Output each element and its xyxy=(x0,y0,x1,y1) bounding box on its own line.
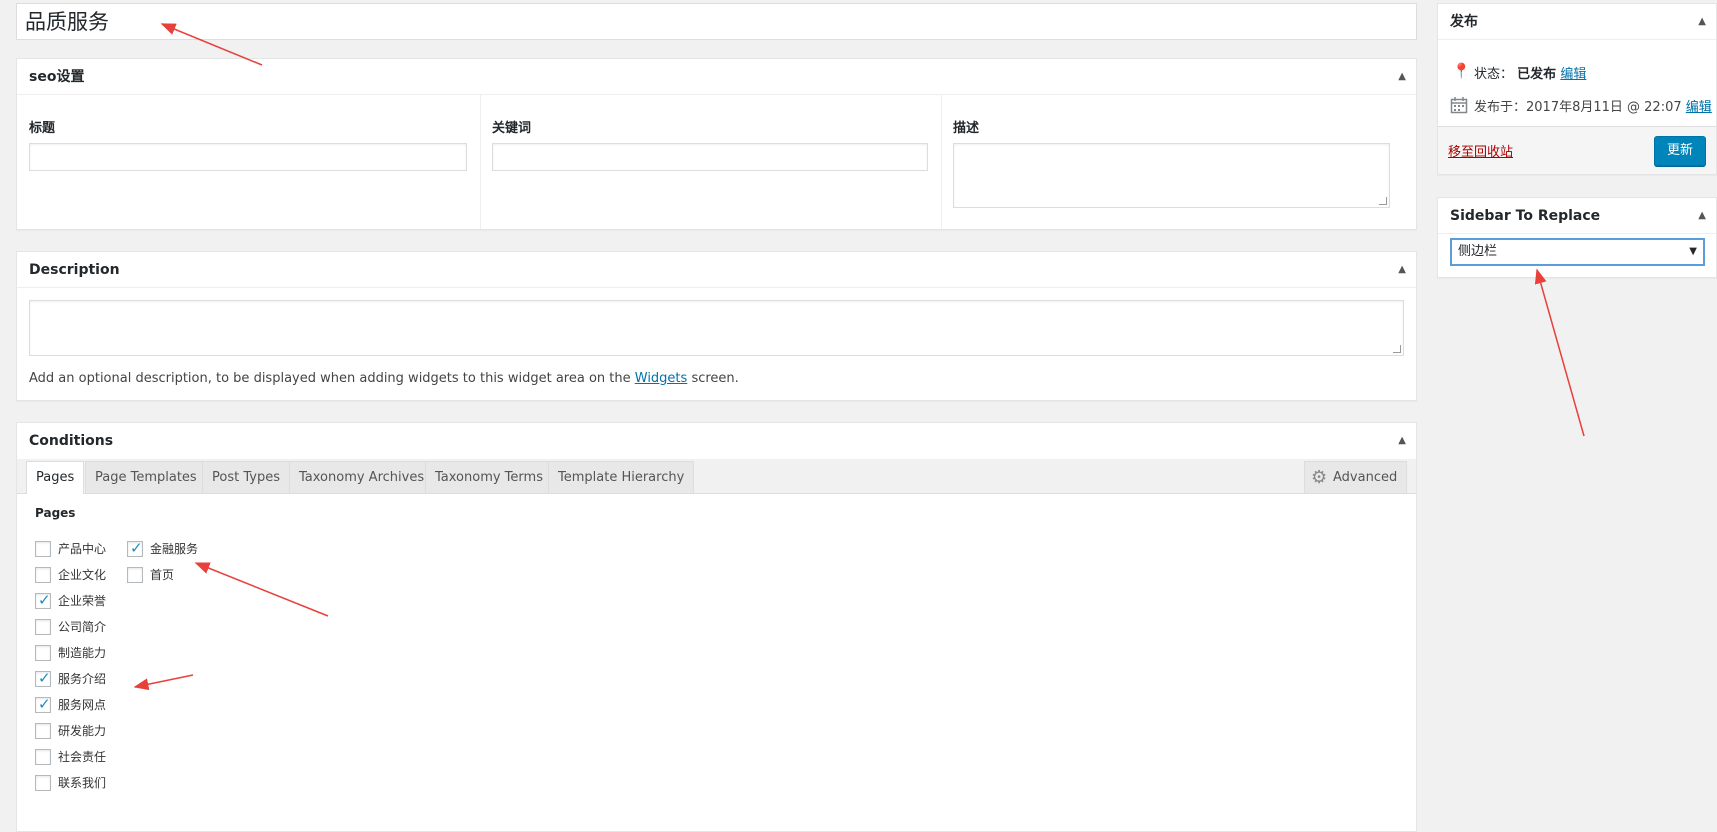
checkmark-icon: ✓ xyxy=(38,591,51,609)
collapse-arrow-icon[interactable]: ▲ xyxy=(1698,4,1706,40)
collapse-arrow-icon[interactable]: ▲ xyxy=(1698,198,1706,234)
publish-actions: 移至回收站 更新 xyxy=(1438,126,1716,174)
tab-pages[interactable]: Pages xyxy=(26,461,85,494)
seo-settings-title: seo设置 xyxy=(29,69,85,85)
sidebar-replace-title: Sidebar To Replace xyxy=(1450,208,1601,224)
edit-status-link[interactable]: 编辑 xyxy=(1560,67,1586,82)
seo-description-textarea[interactable] xyxy=(953,143,1390,208)
gear-icon: ⚙ xyxy=(1311,467,1328,488)
status-label: 状态： xyxy=(1474,67,1514,82)
seo-keywords-input[interactable] xyxy=(492,143,928,171)
checkmark-icon: ✓ xyxy=(130,539,143,557)
calendar-icon xyxy=(1450,97,1468,114)
checkmark-icon: ✓ xyxy=(38,695,51,713)
page-checkbox-label: 服务网点 xyxy=(58,698,107,712)
tab-post-types[interactable]: Post Types xyxy=(202,461,290,493)
page-checkbox-label: 企业文化 xyxy=(58,568,107,582)
page-checkbox[interactable]: ✓ xyxy=(127,539,143,557)
page-checkbox-label: 产品中心 xyxy=(58,542,107,556)
description-box: Description ▲ Add an optional descriptio… xyxy=(16,251,1417,401)
resize-handle-icon[interactable] xyxy=(1393,345,1401,353)
page-checkbox[interactable] xyxy=(35,541,51,557)
publish-title: 发布 xyxy=(1450,14,1478,30)
help-text-prefix: Add an optional description, to be displ… xyxy=(29,371,631,386)
sidebar-select[interactable]: 侧边栏 ▼ xyxy=(1450,238,1705,266)
pin-icon: 📍 xyxy=(1452,62,1471,80)
page-checkbox[interactable] xyxy=(35,567,51,583)
page-checkbox-label: 社会责任 xyxy=(58,750,107,764)
page-checkbox-label: 联系我们 xyxy=(58,776,107,790)
annotation-arrow xyxy=(1534,268,1585,437)
resize-handle-icon[interactable] xyxy=(1379,197,1387,205)
tab-advanced[interactable]: ⚙ Advanced xyxy=(1304,461,1408,493)
post-title-input[interactable]: 品质服务 xyxy=(16,3,1417,40)
page-checkbox[interactable]: ✓ xyxy=(35,591,51,609)
pages-section-title: Pages xyxy=(35,506,76,520)
move-to-trash-link[interactable]: 移至回收站 xyxy=(1448,141,1513,160)
widgets-link[interactable]: Widgets xyxy=(635,371,688,386)
page-checkbox[interactable]: ✓ xyxy=(35,669,51,687)
publish-date-label: 发布于：2017年8月11日 @ 22:07 xyxy=(1474,100,1682,115)
seo-title-input[interactable] xyxy=(29,143,467,171)
collapse-arrow-icon[interactable]: ▲ xyxy=(1398,252,1406,288)
description-textarea[interactable] xyxy=(29,300,1404,356)
description-header[interactable]: Description ▲ xyxy=(17,252,1416,288)
page-checkbox-label: 公司简介 xyxy=(58,620,107,634)
page-checkbox-label: 制造能力 xyxy=(58,646,107,660)
checkmark-icon: ✓ xyxy=(38,669,51,687)
description-help-text: Add an optional description, to be displ… xyxy=(29,371,739,386)
conditions-header[interactable]: Conditions ▲ xyxy=(17,423,1416,459)
edit-date-link[interactable]: 编辑 xyxy=(1686,100,1712,115)
seo-title-label: 标题 xyxy=(29,121,56,136)
seo-keywords-label: 关键词 xyxy=(492,121,532,136)
sidebar-select-value: 侧边栏 xyxy=(1458,244,1498,259)
page-checkbox[interactable] xyxy=(127,567,143,583)
status-value: 已发布 xyxy=(1517,67,1557,82)
page-checkbox-label: 研发能力 xyxy=(58,724,107,738)
page-checkbox-label: 企业荣誉 xyxy=(58,594,107,608)
publish-box: 发布 ▲ 📍 状态： 已发布 编辑 发布于：2017年8月11日 @ 22:07… xyxy=(1437,3,1717,175)
description-title: Description xyxy=(29,262,120,278)
publish-header[interactable]: 发布 ▲ xyxy=(1438,4,1716,40)
column-divider xyxy=(941,95,942,229)
page-checkbox-label: 首页 xyxy=(150,568,175,582)
tab-taxonomy-archives[interactable]: Taxonomy Archives xyxy=(289,461,435,493)
page-checkbox[interactable] xyxy=(35,645,51,661)
collapse-arrow-icon[interactable]: ▲ xyxy=(1398,423,1406,459)
page-checkbox[interactable] xyxy=(35,619,51,635)
publish-status: 状态： 已发布 编辑 xyxy=(1474,63,1586,82)
seo-settings-header[interactable]: seo设置 ▲ xyxy=(17,59,1416,95)
page-checkbox[interactable] xyxy=(35,723,51,739)
advanced-label: Advanced xyxy=(1333,470,1398,485)
sidebar-replace-header[interactable]: Sidebar To Replace ▲ xyxy=(1438,198,1716,234)
page-checkbox-label: 金融服务 xyxy=(150,542,199,556)
tab-taxonomy-terms[interactable]: Taxonomy Terms xyxy=(425,461,553,493)
sidebar-replace-box: Sidebar To Replace ▲ 侧边栏 ▼ xyxy=(1437,197,1717,278)
column-divider xyxy=(480,95,481,229)
conditions-title: Conditions xyxy=(29,433,114,449)
tab-page-templates[interactable]: Page Templates xyxy=(85,461,207,493)
page-checkbox-label: 服务介绍 xyxy=(58,672,107,686)
seo-settings-box: seo设置 ▲ 标题 关键词 描述 xyxy=(16,58,1417,230)
collapse-arrow-icon[interactable]: ▲ xyxy=(1398,59,1406,95)
publish-date: 发布于：2017年8月11日 @ 22:07 编辑 xyxy=(1474,96,1712,115)
chevron-down-icon: ▼ xyxy=(1689,246,1697,257)
seo-description-label: 描述 xyxy=(953,121,980,136)
tab-template-hierarchy[interactable]: Template Hierarchy xyxy=(548,461,695,493)
update-button[interactable]: 更新 xyxy=(1654,136,1706,166)
help-text-suffix: screen. xyxy=(691,371,739,386)
page-checkbox[interactable] xyxy=(35,775,51,791)
page-checkbox[interactable] xyxy=(35,749,51,765)
page-checkbox[interactable]: ✓ xyxy=(35,695,51,713)
